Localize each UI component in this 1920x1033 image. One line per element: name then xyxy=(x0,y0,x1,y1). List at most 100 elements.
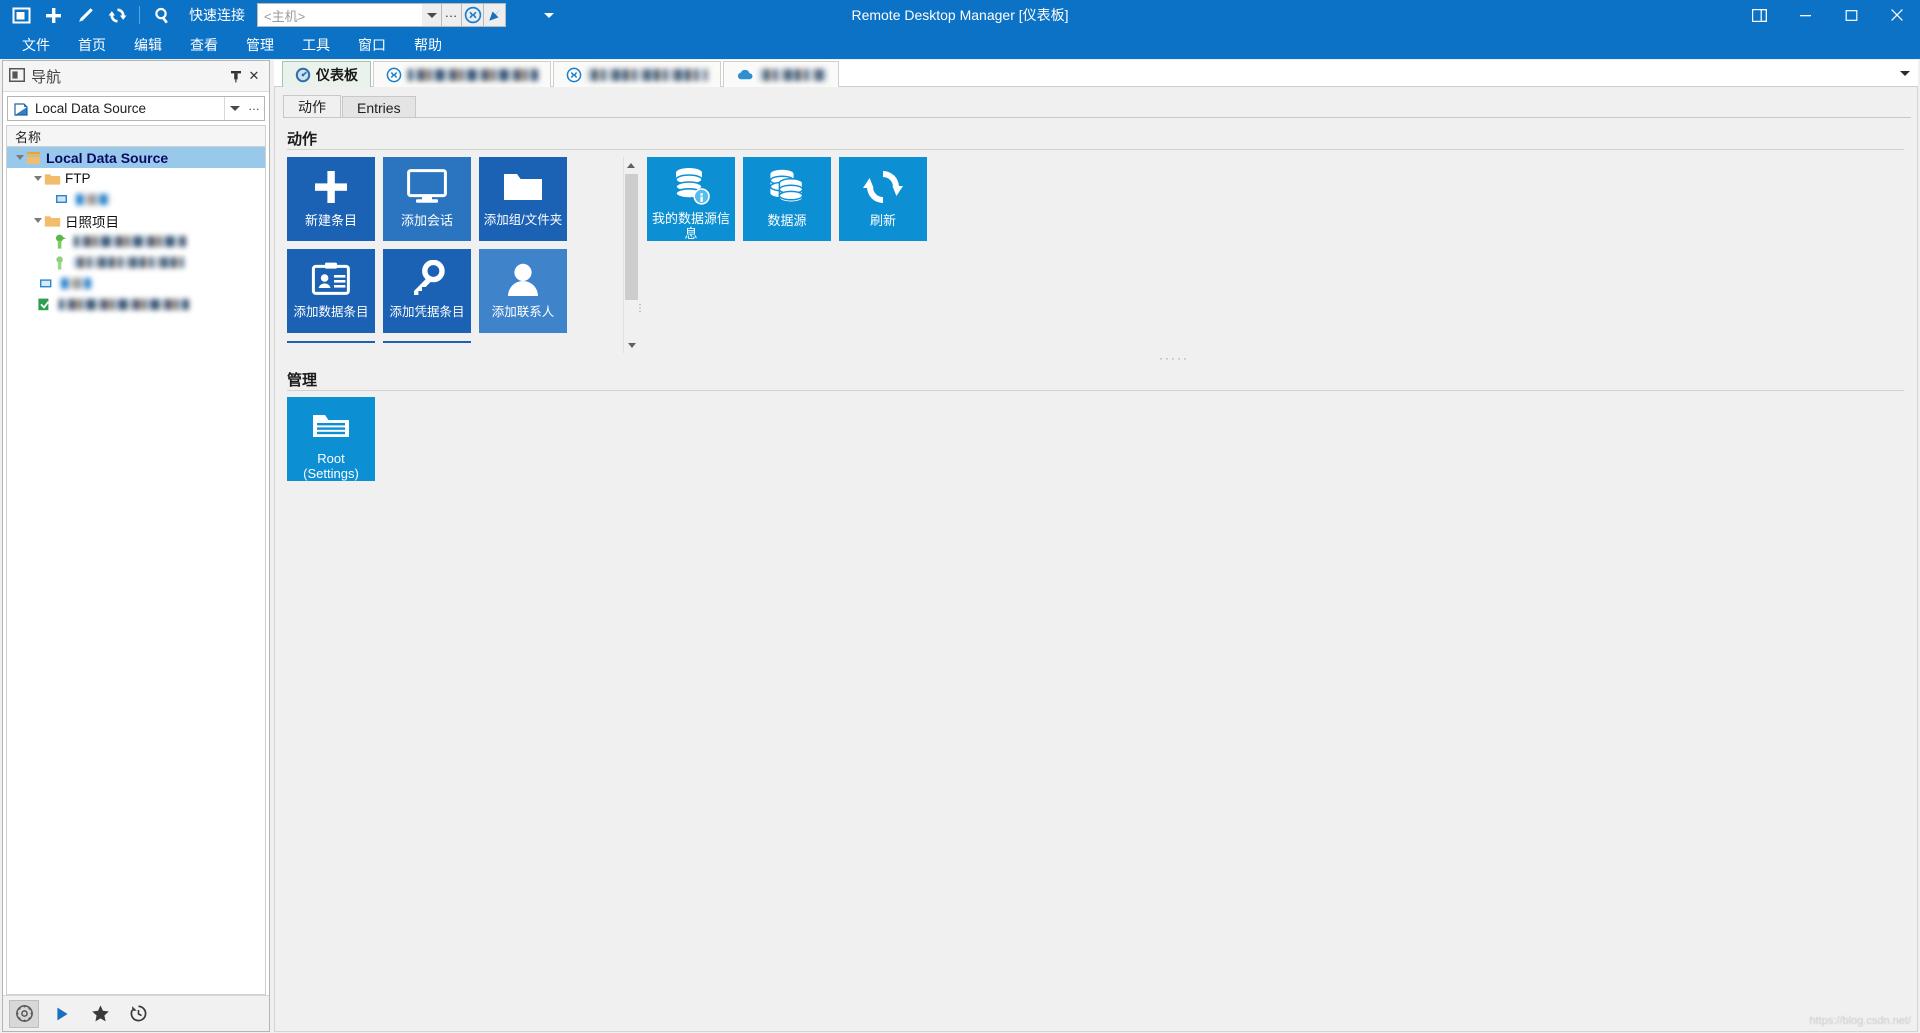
tab-label: 仪表板 xyxy=(316,65,358,85)
pencil-icon[interactable] xyxy=(70,2,100,28)
subtab-entries[interactable]: Entries xyxy=(342,96,416,118)
menu-item-home[interactable]: 首页 xyxy=(64,31,120,59)
rdm-circle-icon[interactable] xyxy=(462,3,484,27)
tree-expander[interactable] xyxy=(31,210,44,231)
database-icon xyxy=(765,161,809,213)
tree-item-redacted-5[interactable] xyxy=(7,294,265,315)
tree-item-redacted-1[interactable] xyxy=(7,189,265,210)
folder-icon xyxy=(502,161,544,213)
refresh-icon xyxy=(862,161,904,213)
subtab-actions[interactable]: 动作 xyxy=(283,95,341,118)
dashboard-subtabs: 动作 Entries xyxy=(283,95,417,118)
tab-session-1[interactable] xyxy=(373,61,551,87)
tile-add-folder-extra[interactable] xyxy=(287,341,375,343)
connect-arrow-icon[interactable] xyxy=(484,3,506,27)
magnifier-icon[interactable] xyxy=(147,2,177,28)
data-source-more-button[interactable]: … xyxy=(244,97,264,120)
folder-settings-icon xyxy=(310,401,352,451)
menu-item-manage[interactable]: 管理 xyxy=(232,31,288,59)
toolbar-overflow-button[interactable] xyxy=(540,5,558,25)
tile-datasources[interactable]: 数据源 xyxy=(743,157,831,241)
plus-icon[interactable] xyxy=(38,2,68,28)
tree-expander[interactable] xyxy=(31,168,44,189)
tab-strip-overflow-button[interactable] xyxy=(1898,66,1912,80)
redacted-text xyxy=(74,257,184,268)
navigation-panel: 导航 ✕ Local Data Source xyxy=(2,60,270,1032)
tile-label: 我的数据源信息 xyxy=(647,211,735,241)
redacted-text xyxy=(408,69,538,81)
contact-icon xyxy=(503,253,543,305)
menu-item-tools[interactable]: 工具 xyxy=(288,31,344,59)
tile-add-session[interactable]: 添加会话 xyxy=(383,157,471,241)
tab-session-3[interactable] xyxy=(723,61,839,87)
tile-root-settings[interactable]: Root (Settings) xyxy=(287,397,375,481)
tile-my-datasource-info[interactable]: 我的数据源信息 xyxy=(647,157,735,241)
scrollbar-thumb[interactable] xyxy=(625,174,638,300)
tile-add-contact[interactable]: 添加联系人 xyxy=(479,249,567,333)
menu-item-view[interactable]: 查看 xyxy=(176,31,232,59)
rdm-circle-icon xyxy=(386,67,402,83)
panel-horizontal-grip[interactable]: ····· xyxy=(1159,351,1189,365)
dashboard-panel: 动作 Entries 动作 新建条目 xyxy=(274,87,1918,1032)
menu-item-file[interactable]: 文件 xyxy=(8,31,64,59)
chevron-down-icon xyxy=(34,176,42,181)
datasource-tile-grid[interactable]: 我的数据源信息 xyxy=(647,157,937,343)
tile-refresh[interactable]: 刷新 xyxy=(839,157,927,241)
tile-label: 添加联系人 xyxy=(479,305,567,320)
new-window-icon[interactable] xyxy=(6,2,36,28)
close-button[interactable] xyxy=(1874,0,1920,30)
datasource-icon xyxy=(13,101,29,117)
tile-add-key-extra[interactable] xyxy=(383,341,471,343)
section-title-actions: 动作 xyxy=(287,128,317,149)
scroll-up-button[interactable] xyxy=(624,157,638,173)
refresh-icon[interactable] xyxy=(102,2,132,28)
data-source-selector[interactable]: Local Data Source … xyxy=(7,96,265,121)
tab-dashboard[interactable]: 仪表板 xyxy=(282,61,371,87)
maximize-button[interactable] xyxy=(1828,0,1874,30)
minimize-button[interactable] xyxy=(1782,0,1828,30)
management-tile-grid[interactable]: Root (Settings) xyxy=(287,397,887,497)
tile-label: 新建条目 xyxy=(287,213,375,228)
tree-item-redacted-4[interactable] xyxy=(7,273,265,294)
tree-item-rizhao-project[interactable]: 日照项目 xyxy=(7,210,265,231)
menu-item-window[interactable]: 窗口 xyxy=(344,31,400,59)
favorites-button[interactable] xyxy=(85,1000,115,1028)
database-info-icon xyxy=(669,161,713,211)
tree-column-header-name[interactable]: 名称 xyxy=(6,125,266,147)
actions-tile-scrollbar[interactable] xyxy=(623,157,638,353)
actions-tile-grid[interactable]: 新建条目 添加会话 xyxy=(287,157,575,343)
redacted-text xyxy=(760,69,826,81)
tile-add-credential-entry[interactable]: 添加凭据条目 xyxy=(383,249,471,333)
window-controls xyxy=(1736,0,1920,30)
connections-tree[interactable]: Local Data Source FTP xyxy=(6,147,266,995)
tree-item-ftp[interactable]: FTP xyxy=(7,168,265,189)
tree-item-redacted-3[interactable] xyxy=(7,252,265,273)
tile-label: 刷新 xyxy=(839,213,927,228)
scroll-down-button[interactable] xyxy=(624,337,639,353)
host-more-button[interactable]: … xyxy=(442,3,462,27)
host-dropdown-button[interactable] xyxy=(422,3,442,27)
history-button[interactable] xyxy=(123,1000,153,1028)
redacted-text xyxy=(74,236,186,247)
tree-expander[interactable] xyxy=(13,147,26,168)
play-button[interactable] xyxy=(47,1000,77,1028)
close-icon[interactable]: ✕ xyxy=(245,67,263,85)
tree-item-redacted-2[interactable] xyxy=(7,231,265,252)
tile-add-data-entry[interactable]: 添加数据条目 xyxy=(287,249,375,333)
menu-item-edit[interactable]: 编辑 xyxy=(120,31,176,59)
menu-item-help[interactable]: 帮助 xyxy=(400,31,456,59)
panel-icon xyxy=(9,68,25,85)
pin-icon[interactable] xyxy=(227,67,245,85)
redacted-text xyxy=(59,299,189,310)
tree-item-label: FTP xyxy=(65,171,91,186)
tab-session-2[interactable] xyxy=(553,61,721,87)
tree-item-local-data-source[interactable]: Local Data Source xyxy=(7,147,265,168)
data-source-dropdown-button[interactable] xyxy=(224,97,244,120)
tile-new-entry[interactable]: 新建条目 xyxy=(287,157,375,241)
settings-button[interactable] xyxy=(9,1000,39,1028)
panel-vertical-grip[interactable]: ⋮ xyxy=(635,307,645,311)
host-input[interactable]: <主机> xyxy=(257,3,422,27)
tile-add-group-folder[interactable]: 添加组/文件夹 xyxy=(479,157,567,241)
id-card-icon xyxy=(311,253,351,305)
restore-layout-button[interactable] xyxy=(1736,0,1782,30)
